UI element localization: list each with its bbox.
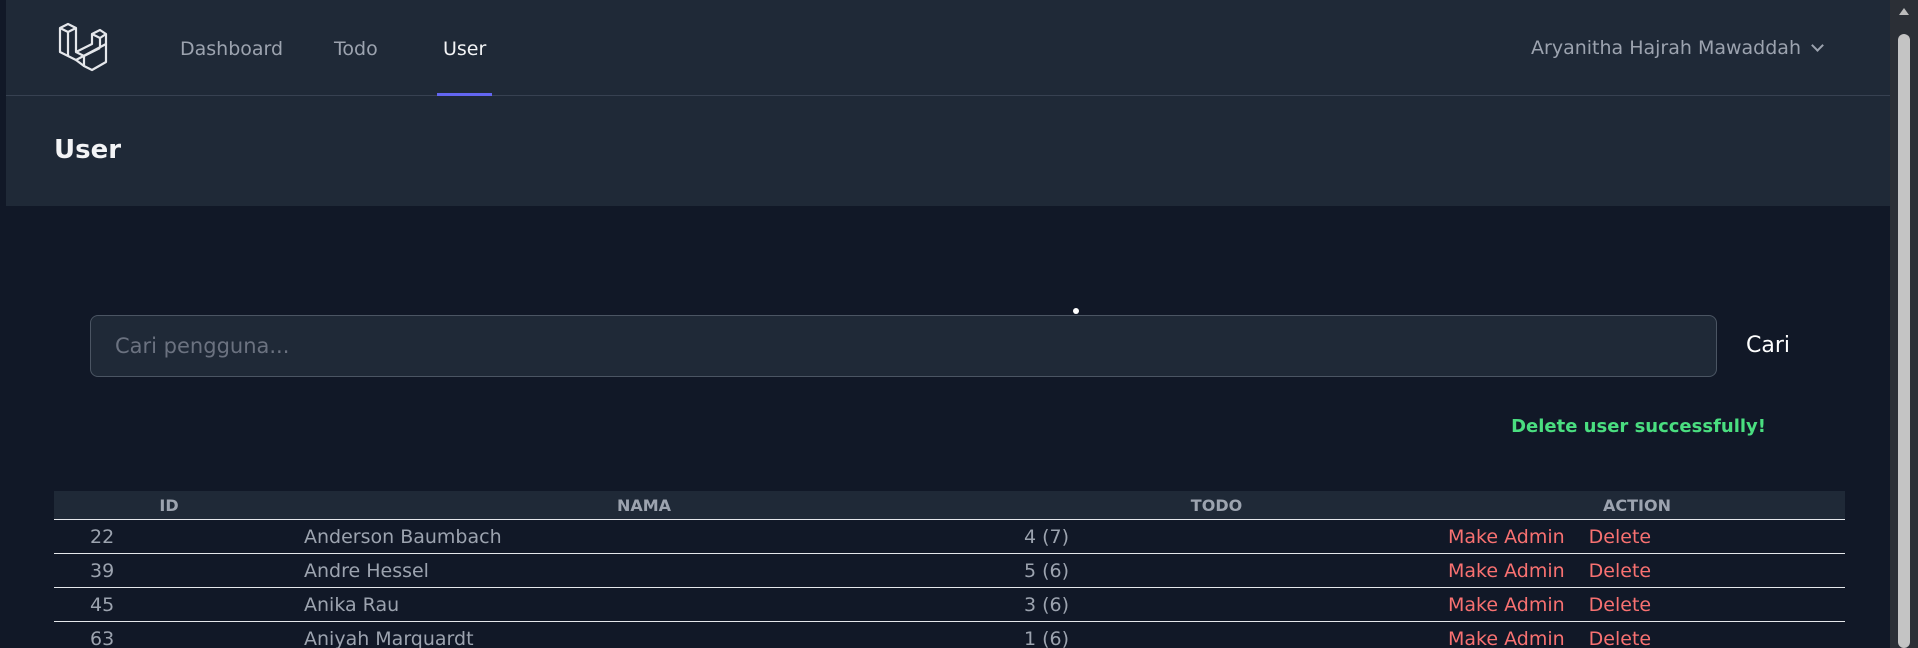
user-name: Aryanitha Hajrah Mawaddah <box>1531 37 1801 59</box>
delete-button[interactable]: Delete <box>1589 560 1651 582</box>
cell-action: Make Admin Delete <box>1429 553 1845 588</box>
table-row: 45 Anika Rau 3 (6) Make Admin Delete <box>54 587 1845 622</box>
user-menu-dropdown[interactable]: Aryanitha Hajrah Mawaddah <box>1531 0 1824 96</box>
page-header: User <box>6 96 1890 206</box>
top-navigation: Dashboard Todo User Aryanitha Hajrah Maw… <box>6 0 1890 96</box>
cell-id: 63 <box>54 621 284 648</box>
column-header-nama: NAMA <box>284 491 1004 520</box>
user-table: ID NAMA TODO ACTION 22 Anderson Baumbach… <box>54 491 1845 648</box>
laravel-logo-icon[interactable] <box>56 22 108 74</box>
cell-action: Make Admin Delete <box>1429 587 1845 622</box>
delete-button[interactable]: Delete <box>1589 526 1651 548</box>
cell-action: Make Admin Delete <box>1429 519 1845 554</box>
make-admin-button[interactable]: Make Admin <box>1448 628 1565 648</box>
cursor-dot <box>1073 308 1079 314</box>
column-header-action: ACTION <box>1429 491 1845 520</box>
make-admin-button[interactable]: Make Admin <box>1448 560 1565 582</box>
cell-name: Anderson Baumbach <box>284 519 1004 554</box>
scrollbar-thumb[interactable] <box>1898 34 1910 648</box>
cell-name: Andre Hessel <box>284 553 1004 588</box>
delete-button[interactable]: Delete <box>1589 628 1651 648</box>
scroll-up-arrow-icon[interactable] <box>1899 8 1909 15</box>
chevron-down-icon <box>1811 39 1824 52</box>
make-admin-button[interactable]: Make Admin <box>1448 594 1565 616</box>
cell-todo: 4 (7) <box>1004 519 1429 554</box>
page-title: User <box>54 135 122 165</box>
column-header-todo: TODO <box>1004 491 1429 520</box>
scrollbar[interactable] <box>1890 0 1918 648</box>
make-admin-button[interactable]: Make Admin <box>1448 526 1565 548</box>
cell-action: Make Admin Delete <box>1429 621 1845 648</box>
column-header-id: ID <box>54 491 284 520</box>
search-button[interactable]: Cari <box>1736 315 1800 377</box>
cell-todo: 1 (6) <box>1004 621 1429 648</box>
nav-link-todo[interactable]: Todo <box>328 0 384 96</box>
delete-button[interactable]: Delete <box>1589 594 1651 616</box>
nav-link-user[interactable]: User <box>437 0 493 96</box>
cell-id: 39 <box>54 553 284 588</box>
cell-id: 45 <box>54 587 284 622</box>
nav-link-dashboard[interactable]: Dashboard <box>174 0 289 96</box>
table-row: 22 Anderson Baumbach 4 (7) Make Admin Del… <box>54 519 1845 554</box>
search-input[interactable] <box>90 315 1717 377</box>
table-header-row: ID NAMA TODO ACTION <box>54 491 1845 520</box>
cell-id: 22 <box>54 519 284 554</box>
success-message: Delete user successfully! <box>1511 416 1766 437</box>
table-row: 39 Andre Hessel 5 (6) Make Admin Delete <box>54 553 1845 588</box>
cell-name: Anika Rau <box>284 587 1004 622</box>
app-window: Dashboard Todo User Aryanitha Hajrah Maw… <box>6 0 1890 648</box>
table-row: 63 Aniyah Marquardt 1 (6) Make Admin Dele… <box>54 621 1845 648</box>
cell-todo: 3 (6) <box>1004 587 1429 622</box>
cell-todo: 5 (6) <box>1004 553 1429 588</box>
cell-name: Aniyah Marquardt <box>284 621 1004 648</box>
